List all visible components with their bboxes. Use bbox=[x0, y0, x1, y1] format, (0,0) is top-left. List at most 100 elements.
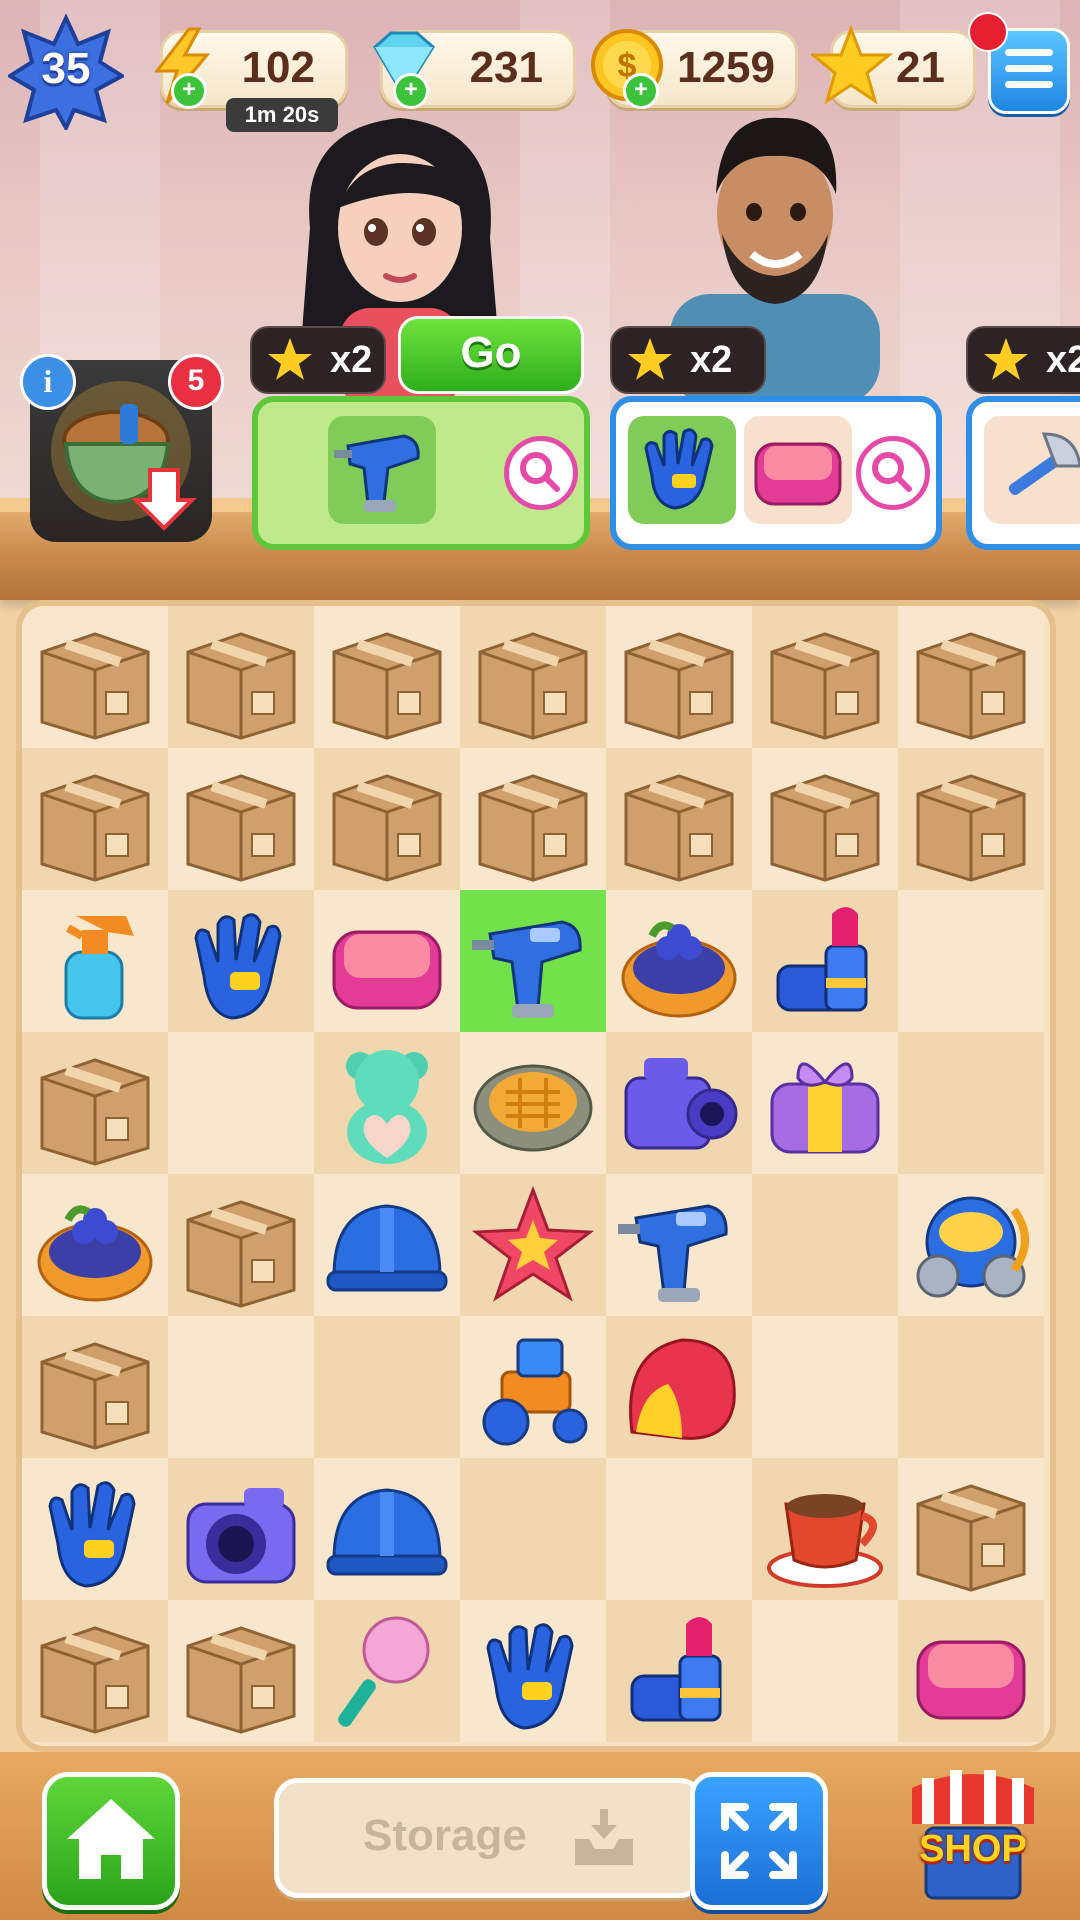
compact-icon bbox=[916, 1640, 1026, 1720]
board-cell-box[interactable] bbox=[22, 1600, 168, 1742]
board-cell-box[interactable] bbox=[22, 1032, 168, 1174]
board-cell-lipstick[interactable] bbox=[606, 1600, 752, 1742]
board-cell-empty[interactable] bbox=[898, 1316, 1044, 1458]
board-cell-feather-duster[interactable] bbox=[314, 1600, 460, 1742]
board-cell-empty[interactable] bbox=[752, 1600, 898, 1742]
board-cell-box[interactable] bbox=[752, 748, 898, 890]
board-cell-box[interactable] bbox=[606, 748, 752, 890]
merge-board bbox=[22, 606, 1050, 1746]
board-cell-hard-hat[interactable] bbox=[314, 1174, 460, 1316]
pie-crust-icon bbox=[473, 1064, 593, 1152]
add-gems-button[interactable]: + bbox=[393, 73, 429, 109]
board-cell-empty[interactable] bbox=[898, 1032, 1044, 1174]
order-card-2[interactable] bbox=[610, 396, 942, 550]
board-cell-empty[interactable] bbox=[168, 1316, 314, 1458]
board-cell-glove[interactable] bbox=[22, 1458, 168, 1600]
box-icon bbox=[770, 632, 880, 740]
board-cell-teddy-bear[interactable] bbox=[314, 1032, 460, 1174]
board-cell-hard-hat[interactable] bbox=[314, 1458, 460, 1600]
board-cell-shell[interactable] bbox=[606, 1316, 752, 1458]
board-cell-gas-mask[interactable] bbox=[898, 1174, 1044, 1316]
bonus-count-badge: 5 bbox=[168, 354, 224, 410]
board-cell-box[interactable] bbox=[606, 606, 752, 748]
coins-value: 1259 bbox=[677, 43, 775, 92]
board-cell-empty[interactable] bbox=[752, 1174, 898, 1316]
add-coins-button[interactable]: + bbox=[623, 73, 659, 109]
board-cell-empty[interactable] bbox=[606, 1458, 752, 1600]
box-icon bbox=[624, 632, 734, 740]
gems-value: 231 bbox=[469, 43, 543, 92]
drill-icon bbox=[472, 920, 582, 1018]
gems-counter[interactable]: + 231 bbox=[373, 30, 576, 109]
board-cell-box[interactable] bbox=[898, 1458, 1044, 1600]
go-button[interactable]: Go bbox=[398, 316, 584, 394]
board-cell-lipstick[interactable] bbox=[752, 890, 898, 1032]
storage-label: Storage bbox=[363, 1811, 527, 1860]
add-energy-button[interactable]: + bbox=[171, 73, 207, 109]
board-cell-video-camera[interactable] bbox=[606, 1032, 752, 1174]
stars-counter[interactable]: 21 bbox=[811, 25, 976, 108]
level-badge[interactable]: 35 bbox=[6, 13, 126, 133]
box-icon bbox=[332, 632, 442, 740]
storage-tray-icon bbox=[575, 1809, 633, 1865]
board-cell-glove[interactable] bbox=[168, 890, 314, 1032]
board-cell-empty[interactable] bbox=[752, 1316, 898, 1458]
order-card-3[interactable] bbox=[966, 396, 1080, 550]
board-cell-box[interactable] bbox=[314, 748, 460, 890]
coffee-cup-icon bbox=[767, 1494, 883, 1588]
board-cell-glove[interactable] bbox=[460, 1600, 606, 1742]
board-cell-box[interactable] bbox=[898, 606, 1044, 748]
board-cell-gift[interactable] bbox=[752, 1032, 898, 1174]
board-cell-box[interactable] bbox=[314, 606, 460, 748]
board-cell-empty[interactable] bbox=[314, 1316, 460, 1458]
energy-counter[interactable]: + 102 bbox=[153, 27, 348, 109]
magnify-button[interactable] bbox=[856, 436, 930, 510]
board-cell-empty[interactable] bbox=[168, 1032, 314, 1174]
box-icon bbox=[624, 774, 734, 882]
board-cell-drill[interactable] bbox=[460, 890, 606, 1032]
hard-hat-icon bbox=[326, 1204, 448, 1292]
shop-button[interactable]: SHOP bbox=[898, 1758, 1048, 1908]
board-cell-empty[interactable] bbox=[898, 890, 1044, 1032]
board-cell-blueberry-pie[interactable] bbox=[22, 1174, 168, 1316]
compact-icon bbox=[332, 930, 442, 1010]
board-cell-box[interactable] bbox=[898, 748, 1044, 890]
board-cell-spray-bottle[interactable] bbox=[22, 890, 168, 1032]
magnify-button[interactable] bbox=[504, 436, 578, 510]
board-cell-drill[interactable] bbox=[606, 1174, 752, 1316]
compact-icon bbox=[754, 442, 842, 506]
board-cell-blueberry-pie[interactable] bbox=[606, 890, 752, 1032]
board-cell-empty[interactable] bbox=[460, 1458, 606, 1600]
board-cell-compact[interactable] bbox=[314, 890, 460, 1032]
board-cell-box[interactable] bbox=[460, 748, 606, 890]
board-cell-box[interactable] bbox=[752, 606, 898, 748]
storage-bar[interactable]: Storage bbox=[274, 1778, 704, 1898]
board-cell-box[interactable] bbox=[168, 1600, 314, 1742]
gift-icon bbox=[770, 1062, 880, 1154]
board-cell-coffee-cup[interactable] bbox=[752, 1458, 898, 1600]
spray-bottle-icon bbox=[64, 916, 134, 1020]
order-reward-badge: x2 bbox=[610, 326, 766, 394]
stars-value: 21 bbox=[896, 43, 945, 92]
home-button[interactable] bbox=[42, 1772, 180, 1910]
board-cell-box[interactable] bbox=[22, 748, 168, 890]
order-card-1[interactable] bbox=[252, 396, 590, 550]
board-cell-compact[interactable] bbox=[898, 1600, 1044, 1742]
board-cell-box[interactable] bbox=[168, 748, 314, 890]
board-cell-camera[interactable] bbox=[168, 1458, 314, 1600]
box-icon bbox=[40, 1058, 150, 1166]
board-cell-box[interactable] bbox=[22, 606, 168, 748]
board-cell-box[interactable] bbox=[22, 1316, 168, 1458]
board-cell-starfish[interactable] bbox=[460, 1174, 606, 1316]
board-cell-toy-tractor[interactable] bbox=[460, 1316, 606, 1458]
glove-icon bbox=[644, 428, 714, 510]
board-cell-box[interactable] bbox=[168, 606, 314, 748]
coins-counter[interactable]: $ + 1259 bbox=[591, 29, 798, 109]
expand-button[interactable] bbox=[690, 1772, 828, 1910]
board-cell-pie-crust[interactable] bbox=[460, 1032, 606, 1174]
info-button[interactable]: i bbox=[20, 354, 76, 410]
star-icon bbox=[628, 338, 672, 380]
board-cell-box[interactable] bbox=[460, 606, 606, 748]
board-cell-box[interactable] bbox=[168, 1174, 314, 1316]
box-icon bbox=[186, 1200, 296, 1308]
